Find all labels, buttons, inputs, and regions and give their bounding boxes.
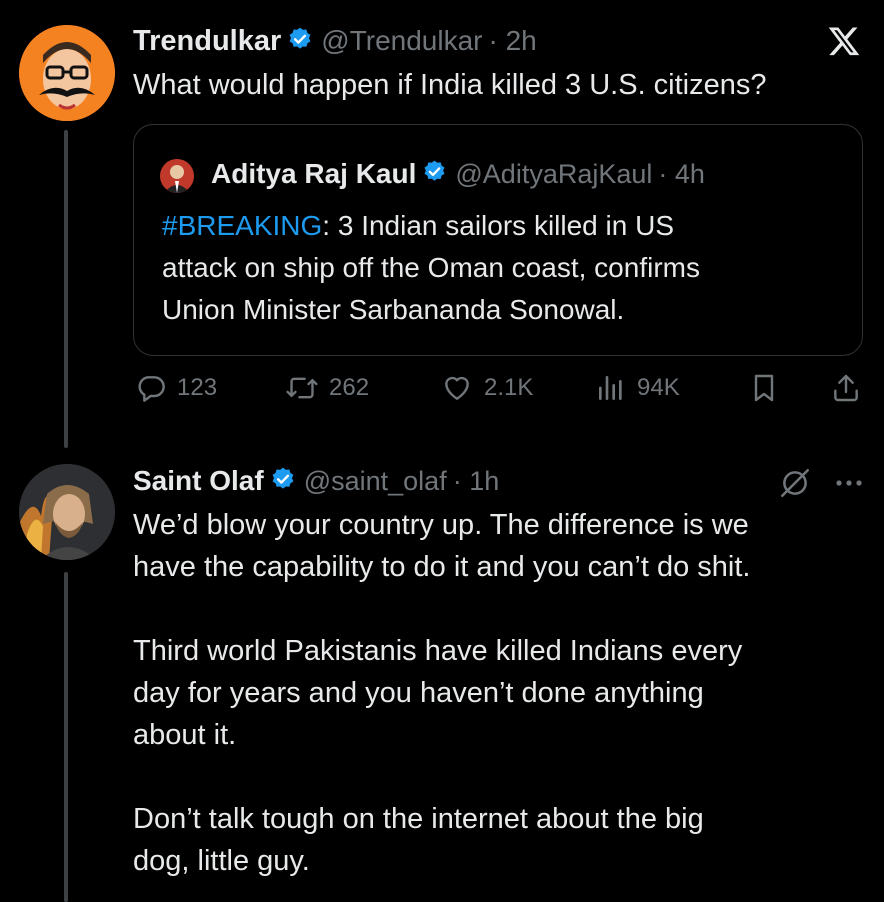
tweet-actions-bar: 123 262 2.1K 94K — [130, 372, 870, 416]
verified-badge-icon — [270, 466, 296, 497]
bookmark-icon — [754, 374, 774, 402]
repost-count: 262 — [329, 374, 370, 401]
tweet-time[interactable]: · 2h — [489, 25, 537, 57]
more-options-icon[interactable] — [834, 470, 864, 496]
author-name[interactable]: Trendulkar — [133, 25, 281, 58]
reply-paragraph-1: We’d blow your country up. The differenc… — [133, 504, 750, 588]
reply-line: day for years and you haven’t done anyth… — [133, 677, 704, 709]
quoted-line-1-rest: : 3 Indian sailors killed in US — [322, 210, 675, 241]
thread-line-bottom — [64, 572, 68, 902]
author-handle[interactable]: @Trendulkar — [321, 25, 482, 57]
reply-time[interactable]: · 1h — [453, 466, 500, 497]
reply-paragraph-2: Third world Pakistanis have killed India… — [133, 630, 750, 756]
reply-line: dog, little guy. — [133, 845, 310, 877]
hashtag-breaking[interactable]: #BREAKING — [162, 210, 322, 241]
reply-line: about it. — [133, 719, 237, 751]
reply-button[interactable]: 123 — [135, 372, 217, 404]
verified-badge-icon — [287, 26, 313, 57]
quoted-time[interactable]: · 4h — [658, 159, 705, 190]
quoted-header: Aditya Raj Kaul @AdityaRajKaul · 4h — [211, 155, 705, 193]
reply-line: We’d blow your country up. The differenc… — [133, 509, 749, 541]
quoted-author-handle[interactable]: @AdityaRajKaul — [455, 159, 652, 190]
reply-icon — [138, 376, 165, 402]
views-button[interactable]: 94K — [595, 372, 680, 404]
reply-author-handle[interactable]: @saint_olaf — [304, 466, 447, 497]
verified-badge-icon — [422, 159, 447, 189]
reply-count: 123 — [177, 374, 218, 401]
share-icon — [834, 374, 858, 402]
avatar-aditya-image — [160, 159, 194, 193]
repost-button[interactable]: 262 — [285, 372, 369, 404]
quoted-line-3: Union Minister Sarbananda Sonowal. — [162, 294, 625, 325]
avatar-saint-olaf[interactable] — [19, 464, 115, 560]
reply-author-name[interactable]: Saint Olaf — [133, 465, 264, 497]
like-icon — [445, 376, 469, 400]
quoted-author-name[interactable]: Aditya Raj Kaul — [211, 158, 416, 190]
hidden-reply-icon[interactable] — [778, 466, 812, 500]
bookmark-button[interactable] — [748, 372, 780, 404]
share-button[interactable] — [830, 372, 862, 404]
like-button[interactable]: 2.1K — [440, 372, 533, 404]
like-count: 2.1K — [484, 374, 534, 401]
views-count: 94K — [637, 374, 680, 401]
avatar-trendulkar-image — [19, 25, 115, 121]
reply-header: Saint Olaf @saint_olaf · 1h — [133, 462, 499, 500]
reply-line: have the capability to do it and you can… — [133, 551, 751, 583]
reply-line: Third world Pakistanis have killed India… — [133, 635, 743, 667]
x-logo-icon[interactable] — [826, 24, 862, 58]
quoted-text: #BREAKING: 3 Indian sailors killed in US… — [162, 205, 700, 331]
reply-text: We’d blow your country up. The differenc… — [133, 504, 750, 882]
avatar-trendulkar[interactable] — [19, 25, 115, 121]
avatar-saint-olaf-image — [19, 464, 115, 560]
repost-icon — [286, 377, 318, 399]
quoted-line-2: attack on ship off the Oman coast, confi… — [162, 252, 700, 283]
thread-line-top — [64, 130, 68, 448]
quoted-line-1: #BREAKING: 3 Indian sailors killed in US — [162, 205, 700, 247]
reply-line: Don’t talk tough on the internet about t… — [133, 803, 704, 835]
tweet-text: What would happen if India killed 3 U.S.… — [133, 69, 767, 101]
avatar-aditya[interactable] — [160, 159, 194, 193]
tweet-header: Trendulkar @Trendulkar · 2h — [133, 22, 537, 60]
reply-paragraph-3: Don’t talk tough on the internet about t… — [133, 798, 750, 882]
quoted-tweet-card[interactable]: Aditya Raj Kaul @AdityaRajKaul · 4h #BRE… — [133, 124, 863, 356]
views-icon — [599, 376, 622, 400]
